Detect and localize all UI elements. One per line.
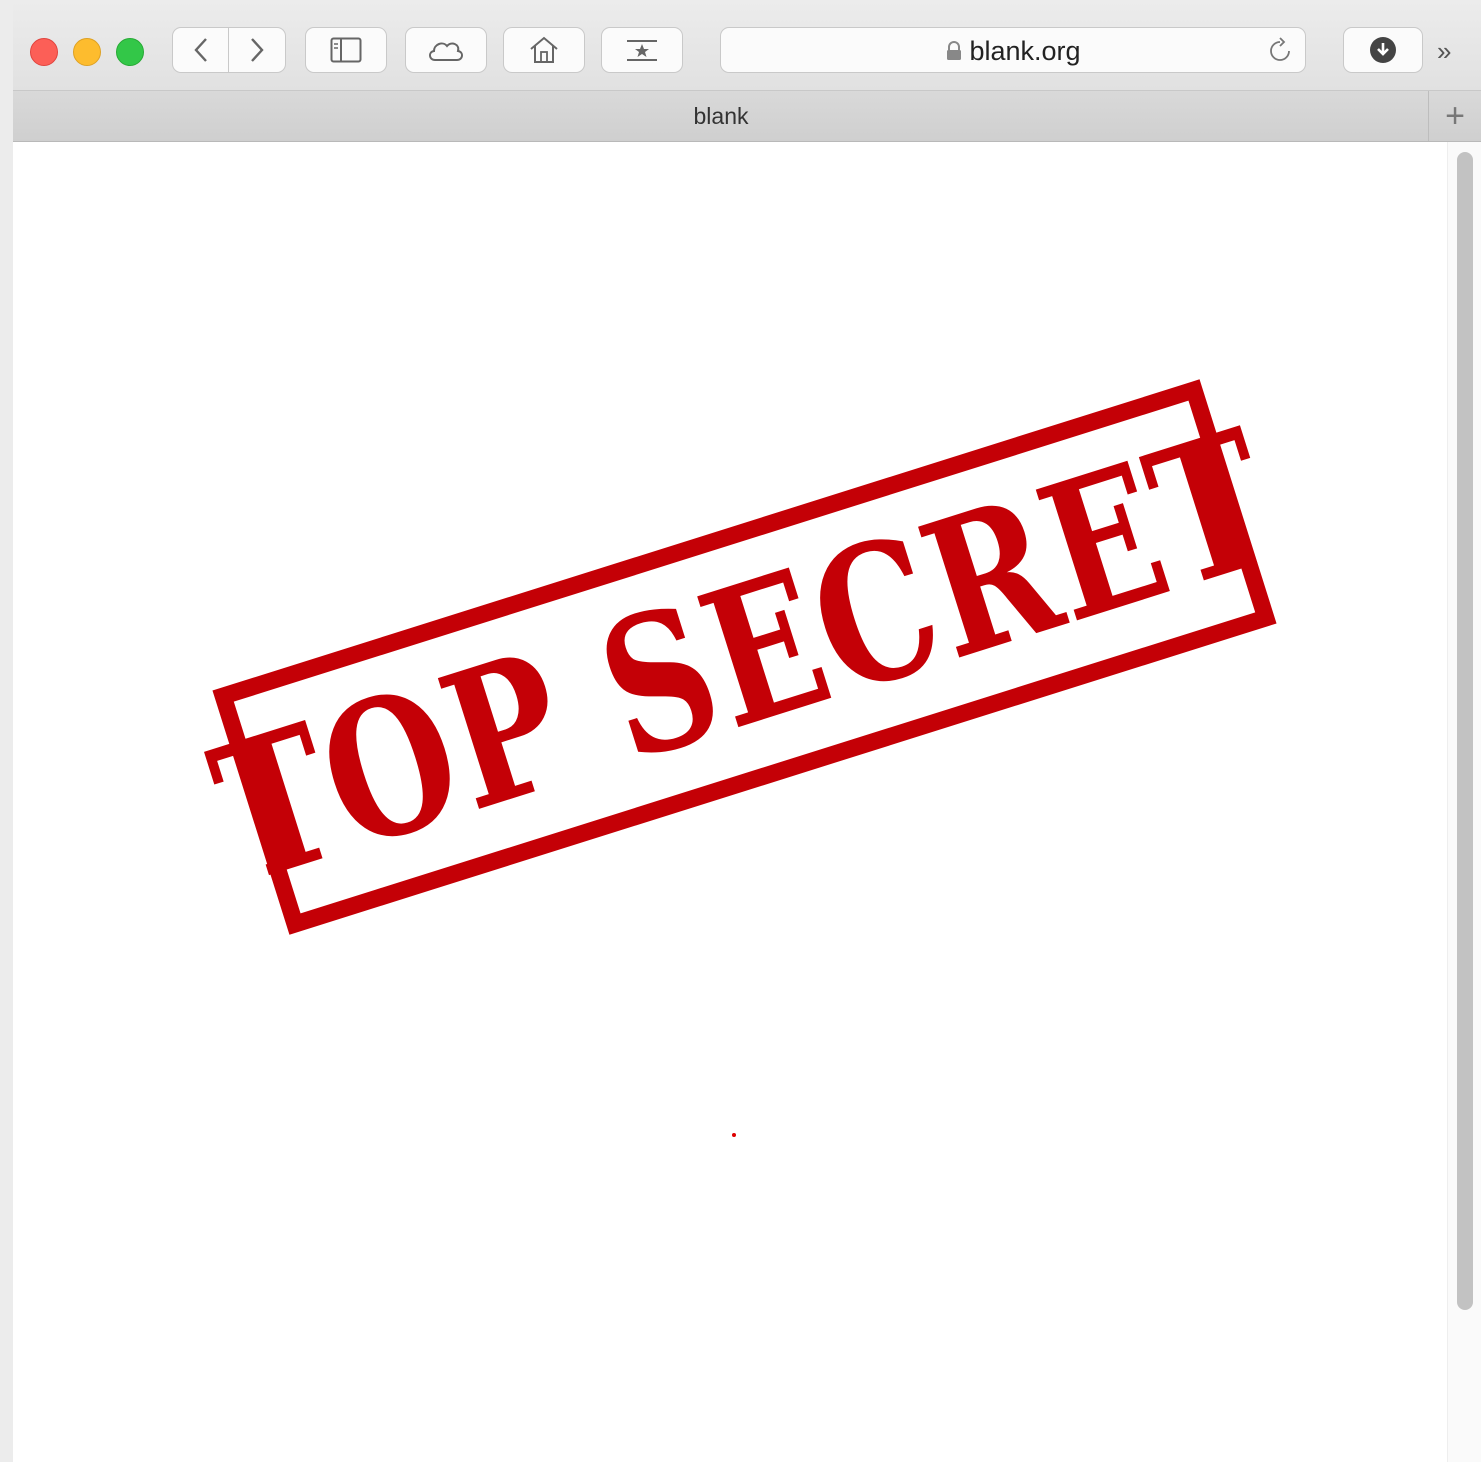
cloud-icon [429, 42, 463, 61]
home-icon [530, 36, 558, 63]
background-strip [0, 0, 13, 1462]
downloads-button[interactable] [1343, 27, 1423, 73]
red-dot [732, 1133, 736, 1137]
reload-icon [1270, 37, 1290, 61]
tab-bar: blank + [13, 91, 1481, 142]
forward-icon [251, 38, 264, 62]
sidebar-icon [330, 37, 362, 63]
scrollbar-thumb[interactable] [1457, 152, 1473, 1310]
back-icon [193, 38, 207, 62]
forward-button[interactable] [229, 27, 286, 73]
back-button[interactable] [172, 27, 229, 73]
bookmark-icon [627, 40, 657, 61]
tab-active[interactable]: blank [13, 91, 1429, 141]
browser-window: blank.org » blank + TOP SECRET [13, 0, 1481, 1462]
zoom-window-button[interactable] [116, 38, 144, 66]
lock-icon [947, 41, 962, 60]
toolbar-overflow-button[interactable]: » [1437, 36, 1452, 67]
toolbar: blank.org » [13, 0, 1481, 91]
reload-button[interactable] [1267, 37, 1293, 70]
close-window-button[interactable] [30, 38, 58, 66]
new-tab-button[interactable]: + [1428, 91, 1481, 141]
url-display: blank.org [721, 28, 1305, 74]
address-bar[interactable]: blank.org [720, 27, 1306, 73]
sidebar-button[interactable] [305, 27, 387, 73]
url-text: blank.org [969, 35, 1081, 66]
download-icon [1370, 37, 1396, 63]
minimize-window-button[interactable] [73, 38, 101, 66]
home-button[interactable] [503, 27, 585, 73]
bookmarks-button[interactable] [601, 27, 683, 73]
icloud-tabs-button[interactable] [405, 27, 487, 73]
